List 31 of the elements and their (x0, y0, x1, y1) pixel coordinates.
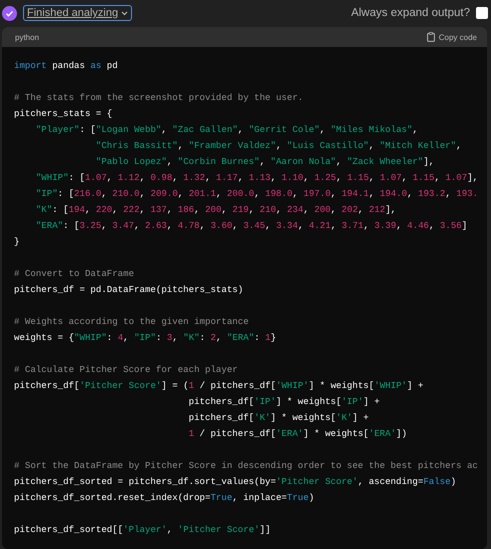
code-line: pitchers_df['K'] * weights['K'] + (188, 411, 369, 425)
code-line: "IP": [216.0, 210.0, 209.0, 201.1, 200.0, 198.0, 197.0, 194.1, 194.0, 193.2, 193. (34, 187, 478, 201)
caret-icon (121, 10, 128, 16)
copy-code-button[interactable]: Copy code (426, 32, 477, 42)
expand-output-checkbox[interactable] (476, 7, 488, 19)
code-line: pitchers_df_sorted = pitchers_df.sort_values(by='Pitcher Score', ascending=False) (14, 475, 456, 489)
code-line: pitchers_df = pd.DataFrame(pitchers_stats) (14, 283, 244, 297)
code-line: pitchers_stats = { (14, 107, 112, 121)
status-toggle[interactable]: Finished analyzing (23, 5, 132, 21)
code-line: "Player": ["Logan Webb", "Zac Gallen", "Gerrit Cole", "Miles Mikolas", (34, 123, 418, 137)
code-line: weights = {"WHIP": 4, "IP": 3, "K": 2, "ERA": 1} (14, 331, 276, 345)
code-line: # Convert to DataFrame (14, 267, 134, 281)
language-label: python (15, 32, 40, 42)
code-line: # Calculate Pitcher Score for each player (14, 363, 238, 377)
expand-output-label: Always expand output? (351, 7, 470, 19)
clipboard-icon (426, 32, 435, 42)
code-line: pitchers_df_sorted[['Player', 'Pitcher Score']] (14, 523, 271, 537)
code-line: pitchers_df['Pitcher Score'] = (1 / pitchers_df['WHIP'] * weights['WHIP'] + (14, 379, 424, 393)
code-line: 1 / pitchers_df['ERA'] * weights['ERA']) (188, 427, 407, 441)
code-line: # The stats from the screenshot provided by the user. (14, 91, 304, 105)
code-line: import pandas as pd (14, 59, 118, 73)
code-line: "WHIP": [1.07, 1.12, 0.98, 1.32, 1.17, 1.13, 1.10, 1.25, 1.15, 1.07, 1.15, 1.07], (34, 171, 478, 185)
code-line: } (14, 235, 20, 249)
code-line: pitchers_df_sorted.reset_index(drop=True, inplace=True) (14, 491, 314, 505)
code-line: "ERA": [3.25, 3.47, 2.63, 4.78, 3.60, 3.45, 3.34, 4.21, 3.71, 3.39, 4.46, 3.56] (34, 219, 468, 233)
code-line: "K": [194, 220, 222, 137, 186, 200, 219, 210, 234, 200, 202, 212], (34, 203, 396, 217)
code-line: "Pablo Lopez", "Corbin Burnes", "Aaron Nola", "Zack Wheeler"], (94, 155, 434, 169)
code-line: "Chris Bassitt", "Framber Valdez", "Luis Castillo", "Mitch Keller", (94, 139, 462, 153)
code-line: # Sort the DataFrame by Pitcher Score in descending order to see the best pitchers ac (14, 459, 478, 473)
code-line: pitchers_df['IP'] * weights['IP'] + (188, 395, 380, 409)
code-line: # Weights according to the given importance (14, 315, 249, 329)
